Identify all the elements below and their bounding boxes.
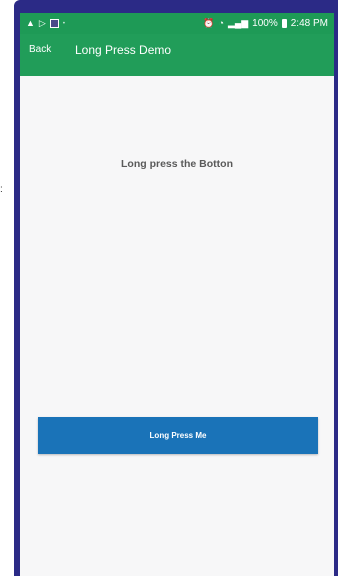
alarm-icon: ⏰ [203,18,215,28]
clock: 2:48 PM [290,18,328,29]
wifi-icon: ◔ [218,18,224,28]
battery-icon [281,19,287,28]
back-button[interactable]: Back [29,44,51,55]
instruction-text: Long press the Botton [121,158,233,170]
edge-mark: : [0,184,3,195]
phone-frame: ▲ ▷ • ⏰ ◔ ▂▄▆ 100% 2:48 PM Back Long Pre… [14,0,338,576]
battery-percent: 100% [252,18,278,29]
dot-icon: • [62,20,65,27]
status-left-icons: ▲ ▷ • [26,19,65,28]
status-bar: ▲ ▷ • ⏰ ◔ ▂▄▆ 100% 2:48 PM [20,13,334,34]
app-bar: Back Long Press Demo [20,34,334,76]
play-icon: ▷ [38,18,46,28]
warning-icon: ▲ [26,18,35,28]
long-press-button[interactable]: Long Press Me [38,417,318,454]
signal-icon: ▂▄▆ [227,18,249,28]
status-right-icons: ⏰ ◔ ▂▄▆ 100% 2:48 PM [203,18,328,29]
page-title: Long Press Demo [75,43,172,57]
notification-icon [49,19,59,28]
app-screen: ▲ ▷ • ⏰ ◔ ▂▄▆ 100% 2:48 PM Back Long Pre… [20,13,334,576]
